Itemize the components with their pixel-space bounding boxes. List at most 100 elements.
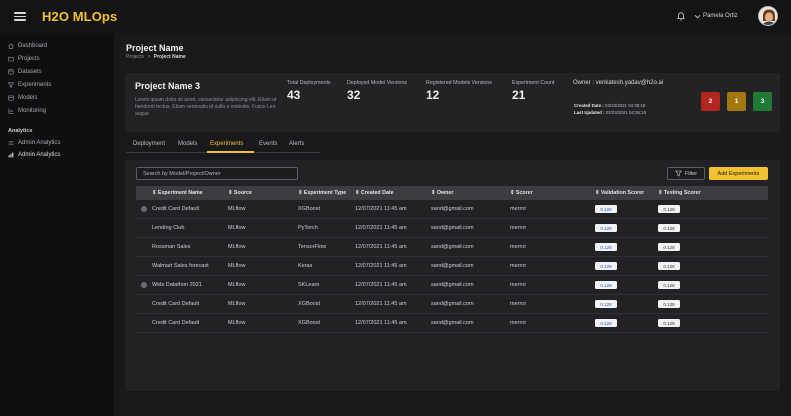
table-row[interactable]: Credit Card Default MLflow XGBoost 12/07/20… [136, 295, 768, 314]
testing-score-pill: 0.128 [658, 224, 680, 232]
stat-deployed-model-versions: Deployed Model Versions 32 [347, 80, 407, 102]
sidebar-item-projects[interactable]: Projects [8, 56, 40, 62]
stat-registered-model-versions: Registered Models Versions 12 [426, 80, 492, 102]
filter-icon [674, 170, 682, 177]
breadcrumb: Projects > Project Name [126, 54, 186, 60]
sidebar-section-analytics: Analytics [8, 128, 33, 134]
tab-experiments[interactable]: Experiments [210, 141, 243, 147]
filter-button[interactable]: Filter [667, 167, 705, 180]
cell-experiment-name: Wids Datathon 2021 [152, 282, 202, 288]
sidebar-item-label: Admin Analytics [18, 140, 61, 146]
sidebar-item-dashboard[interactable]: Dashboard [8, 43, 47, 49]
status-badge-yellow[interactable]: 1 [727, 92, 746, 111]
stat-label: Registered Models Versions [426, 80, 492, 86]
bell-icon[interactable] [677, 12, 685, 21]
column-header-experiment-type[interactable]: ⇕ Experiment Type [298, 190, 346, 196]
stat-experiment-count: Experiment Count 21 [512, 80, 554, 102]
sidebar-item-admin-analytics[interactable]: Admin Analytics [8, 140, 60, 146]
add-experiments-button[interactable]: Add Experiments [709, 167, 768, 180]
stat-value: 12 [426, 88, 440, 102]
cell-created-date: 12/07/2021 11:45 am [355, 282, 407, 288]
table-row[interactable]: Wids Datathon 2021 MLflow SKLearn 12/07/202… [136, 276, 768, 295]
sidebar-item-experiments[interactable]: Experiments [8, 82, 51, 88]
cell-source: MLflow [228, 225, 246, 231]
created-date-label: Created Date : [574, 103, 604, 108]
tab-deployment[interactable]: Deployment [133, 141, 165, 147]
cell-experiment-name: Credit Card Default [152, 320, 200, 326]
column-header-validation-scorer[interactable]: ⇕ Validation Scorer [595, 190, 644, 196]
validation-score-pill: 0.128 [595, 243, 617, 251]
sidebar-item-label: Projects [18, 56, 40, 62]
folder-icon [8, 56, 14, 62]
table-row[interactable]: Credit Card Default MLflow XGBoost 12/07/20… [136, 200, 768, 219]
table-header: ⇕ Experiment Name ⇕ Source ⇕ Experiment … [136, 186, 768, 200]
table-row[interactable]: Credit Card Default MLflow XGBoost 12/07/20… [136, 314, 768, 333]
table-row[interactable]: Lending Club MLflow PyTorch 12/07/2021 11:4… [136, 219, 768, 238]
tab-alerts[interactable]: Alerts [289, 141, 304, 147]
validation-score-pill: 0.128 [595, 224, 617, 232]
sidebar-item-label: Admin Analytics [18, 152, 61, 158]
cell-scorer: merror [510, 206, 527, 212]
cell-source: MLflow [228, 282, 246, 288]
status-badge-red[interactable]: 2 [701, 92, 720, 111]
cell-source: MLflow [228, 206, 246, 212]
breadcrumb-current: Project Name [153, 54, 186, 60]
cell-owner: sand@gmail.com [431, 206, 474, 212]
sidebar: Dashboard Projects Datasets Experiments … [0, 33, 114, 416]
column-header-owner[interactable]: ⇕ Owner [431, 190, 453, 196]
sidebar-item-label: Models [18, 95, 38, 101]
search-input[interactable]: Search by Model/Project/Owner [136, 167, 298, 180]
sidebar-item-admin-analytics-2[interactable]: Admin Analytics [8, 152, 60, 158]
status-badge-green[interactable]: 3 [753, 92, 772, 111]
cell-experiment-type: XGBoost [298, 301, 321, 307]
cell-experiment-type: TensorFlow [298, 244, 327, 250]
column-header-source[interactable]: ⇕ Source [228, 190, 252, 196]
cell-created-date: 12/07/2021 11:45 am [355, 206, 407, 212]
column-header-scorer[interactable]: ⇕ Scorer [510, 190, 533, 196]
cell-scorer: merror [510, 263, 527, 269]
sidebar-item-monitoring[interactable]: Monitoring [8, 108, 46, 114]
cell-experiment-type: SKLearn [298, 282, 320, 288]
sidebar-item-datasets[interactable]: Datasets [8, 69, 42, 75]
validation-score-pill: 0.128 [595, 281, 617, 289]
main-content: Project Name Projects > Project Name Pro… [114, 33, 791, 416]
testing-score-pill: 0.128 [658, 262, 680, 270]
cell-owner: sand@gmail.com [431, 320, 474, 326]
column-header-created-date[interactable]: ⇕ Created Date [355, 190, 394, 196]
app-title[interactable]: H2O MLOps [42, 9, 117, 24]
table-row[interactable]: Walmart Sales forecast MLflow Keras 12/07/2… [136, 257, 768, 276]
cell-source: MLflow [228, 244, 246, 250]
cell-experiment-name: Rossman Sales [152, 244, 191, 250]
column-header-testing-scorer[interactable]: ⇕ Testing Scorer [658, 190, 701, 196]
sidebar-item-models[interactable]: Models [8, 95, 37, 101]
hamburger-menu-icon[interactable] [14, 12, 26, 21]
last-updated: Last Updated : 03/23/2021 04:36:18 [574, 110, 646, 115]
bar-chart-icon [8, 152, 14, 158]
row-status-dot[interactable] [141, 206, 147, 212]
cell-owner: sand@gmail.com [431, 263, 474, 269]
cell-experiment-type: XGBoost [298, 320, 321, 326]
tab-models[interactable]: Models [178, 141, 197, 147]
cell-source: MLflow [228, 301, 246, 307]
row-status-dot[interactable] [141, 282, 147, 288]
stat-value: 43 [287, 88, 301, 102]
cell-created-date: 12/07/2021 11:45 am [355, 320, 407, 326]
user-name[interactable]: Pamela Ortiz [703, 13, 738, 19]
cell-experiment-name: Credit Card Default [152, 301, 200, 307]
avatar[interactable] [758, 6, 778, 26]
created-date-value: 03/23/2021 04:36:18 [605, 103, 646, 108]
testing-score-pill: 0.128 [658, 281, 680, 289]
stat-total-deployments: Total Deployments 43 [287, 80, 331, 102]
chevron-down-icon[interactable] [694, 13, 701, 20]
cell-scorer: merror [510, 320, 527, 326]
tab-events[interactable]: Events [259, 141, 277, 147]
testing-score-pill: 0.128 [658, 300, 680, 308]
project-description: Lorem ipsum dolor sit amet, consectetur … [135, 97, 277, 117]
breadcrumb-parent[interactable]: Projects [126, 54, 144, 60]
sidebar-item-label: Dashboard [18, 43, 48, 49]
active-tab-indicator [207, 151, 254, 153]
column-header-experiment-name[interactable]: ⇕ Experiment Name [152, 190, 203, 196]
table-row[interactable]: Rossman Sales MLflow TensorFlow 12/07/2021 … [136, 238, 768, 257]
cell-scorer: merror [510, 225, 527, 231]
cell-experiment-type: PyTorch [298, 225, 318, 231]
